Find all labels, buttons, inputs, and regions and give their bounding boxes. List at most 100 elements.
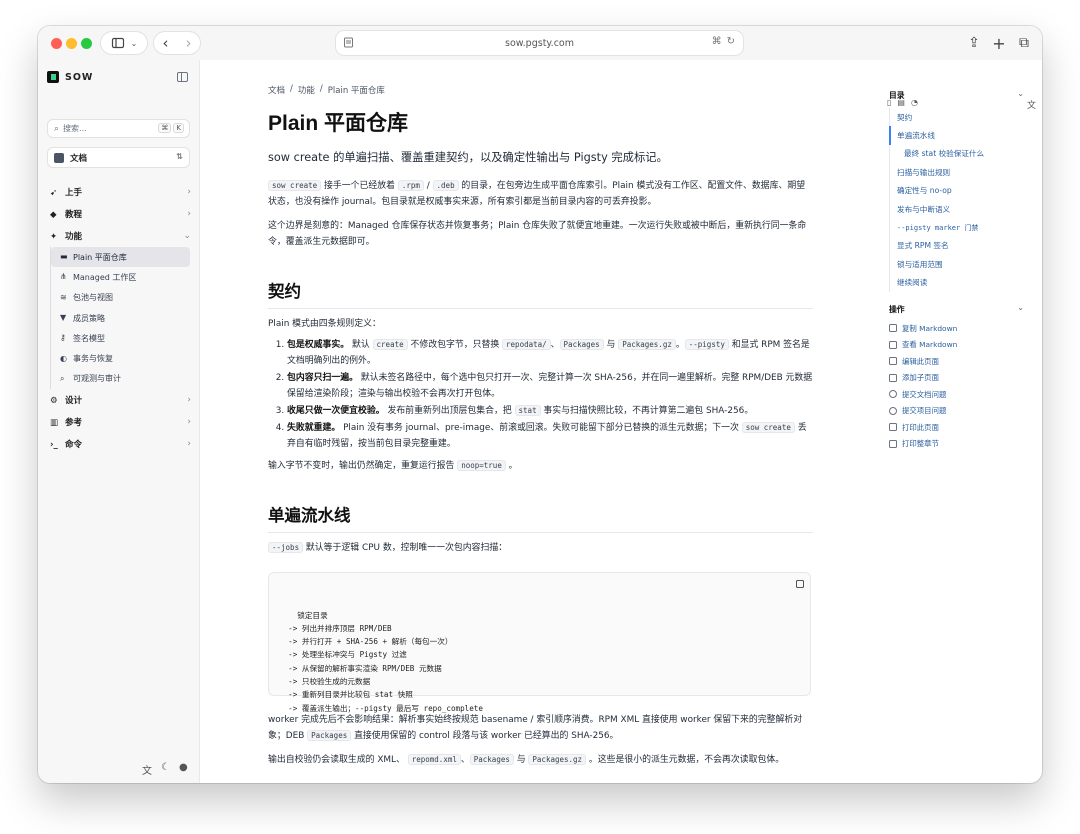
copy-markdown-action[interactable]: 复制 Markdown (889, 320, 1026, 337)
sidebar-item-label: 命令 (65, 440, 83, 451)
toc-heading-label: 目录 (889, 91, 905, 100)
toc-item-active[interactable]: 单遍流水线 (889, 126, 1026, 145)
history-nav: ‹ › (154, 32, 200, 54)
help-circle-icon (889, 390, 897, 399)
collapse-sidebar-icon[interactable] (177, 72, 188, 82)
sidebar-item-design[interactable]: ⚙ 设计 › (38, 389, 200, 411)
sidebar-item-label: Plain 平面仓库 (73, 252, 127, 262)
language-icon[interactable]: 文 (1027, 98, 1036, 111)
sidebar-item-features[interactable]: ✦ 功能 ⌄ (38, 225, 200, 247)
action-label: 复制 Markdown (902, 323, 958, 333)
toc-item[interactable]: 扫描与输出规则 (890, 163, 1026, 181)
rocket-icon: ➹ (50, 187, 58, 198)
settings-icon: ⚙ (50, 395, 58, 406)
sidebar-item-signing[interactable]: ⚷ 签名模型 (51, 328, 190, 348)
toc-item[interactable]: 锁与适用范围 (890, 255, 1026, 273)
edit-page-action[interactable]: 编辑此页面 (889, 353, 1026, 370)
inline-code: Packages (469, 754, 514, 765)
sidebar-item-getting-started[interactable]: ➹ 上手 › (38, 181, 200, 203)
view-markdown-action[interactable]: 查看 Markdown (889, 337, 1026, 354)
sidebar-nav: ➹ 上手 › ◆ 教程 › ✦ 功能 ⌄ ▬ Plain 平面仓库 ⋔ Mana… (38, 181, 200, 455)
minimize-window-button[interactable] (66, 38, 77, 49)
reload-icon[interactable]: ↻ (727, 36, 735, 47)
forward-button[interactable]: › (177, 34, 200, 52)
text: 不修改包字节，只替换 (410, 340, 500, 350)
zoom-window-button[interactable] (81, 38, 92, 49)
brand[interactable]: SOW (47, 71, 93, 83)
inline-code: sow create (741, 422, 795, 433)
printer-icon (889, 423, 897, 432)
breadcrumb: 文档 / 功能 / Plain 平面仓库 (268, 84, 385, 96)
print-chapter-action[interactable]: 打印整章节 (889, 436, 1026, 453)
text: 直接使用保留的 control 段落与该 worker 已经算出的 SHA-25… (354, 731, 619, 741)
toc-item[interactable]: 显式 RPM 签名 (890, 237, 1026, 255)
close-window-button[interactable] (51, 38, 62, 49)
report-project-issue-action[interactable]: 提交项目问题 (889, 403, 1026, 420)
features-subnav: ▬ Plain 平面仓库 ⋔ Managed 工作区 ≋ 包池与视图 ▼ 成员策… (50, 247, 200, 390)
inline-code: --jobs (268, 542, 304, 553)
toc-item[interactable]: 发布与中断语义 (890, 200, 1026, 218)
sidebar-footer: 文 ☾ ● (142, 762, 188, 777)
text: 、 (460, 755, 470, 765)
text: 发布前重新列出顶层包集合，把 (387, 406, 512, 416)
breadcrumb-features[interactable]: 功能 (298, 84, 315, 96)
text: 与 (606, 340, 616, 350)
toc-item[interactable]: 继续阅读 (890, 274, 1026, 292)
markdown-icon (889, 340, 897, 349)
chevron-down-icon: ⌄ (1017, 303, 1024, 312)
search-placeholder: 搜索... (63, 124, 87, 133)
copy-icon (889, 439, 897, 448)
sidebar: SOW ⌕ 搜索... ⌘ K 文档 ⇅ ➹ 上手 › ◆ 教程 › ✦ 功能 … (38, 60, 200, 783)
inline-code: Packages.gz (618, 339, 676, 350)
sidebar-item-observability[interactable]: ⌕ 可观测与审计 (51, 369, 190, 389)
github-icon[interactable]: ● (179, 762, 188, 777)
toc-item[interactable]: 最终 stat 校验保证什么 (890, 145, 1026, 163)
sidebar-item-label: Managed 工作区 (73, 272, 137, 282)
sidebar-item-pools[interactable]: ≋ 包池与视图 (51, 288, 190, 308)
folder-icon: ▬ (60, 252, 68, 262)
sidebar-item-label: 教程 (65, 210, 83, 220)
pipeline-after-1: worker 完成先后不会影响结果：解析事实始终按规范 basename / 索… (268, 712, 813, 744)
dark-mode-icon[interactable]: ☾ (161, 762, 170, 777)
doc-selector[interactable]: 文档 ⇅ (47, 147, 190, 168)
sidebar-item-commands[interactable]: ›_ 命令 › (38, 433, 200, 455)
action-label: 提交项目问题 (902, 406, 947, 416)
translate-icon[interactable]: ⌘ (712, 36, 722, 47)
address-bar[interactable]: sow.pgsty.com ⌘ ↻ (336, 31, 743, 55)
sidebar-item-reference[interactable]: ▥ 参考 › (38, 411, 200, 433)
inline-code: sow create (268, 180, 322, 191)
text: 输入字节不变时，输出仍然确定，重复运行报告 (268, 461, 455, 471)
sidebar-item-label: 上手 (65, 188, 83, 198)
breadcrumb-current: Plain 平面仓库 (327, 86, 385, 96)
copy-icon[interactable] (796, 580, 804, 588)
add-subpage-action[interactable]: 添加子页面 (889, 370, 1026, 387)
sidebar-item-transactions[interactable]: ◐ 事务与恢复 (51, 348, 190, 368)
sidebar-item-tutorials[interactable]: ◆ 教程 › (38, 203, 200, 225)
page-menu-icon[interactable] (343, 37, 354, 48)
toc-item[interactable]: 契约 (890, 108, 1026, 126)
back-button[interactable]: ‹ (154, 34, 177, 52)
ops-heading[interactable]: 操作 ⌄ (889, 303, 1026, 315)
text: 与 (516, 755, 526, 765)
report-doc-issue-action[interactable]: 提交文档问题 (889, 386, 1026, 403)
action-label: 添加子页面 (902, 373, 939, 383)
search-input[interactable]: ⌕ 搜索... ⌘ K (47, 119, 190, 138)
print-page-action[interactable]: 打印此页面 (889, 419, 1026, 436)
breadcrumb-docs[interactable]: 文档 (268, 84, 285, 96)
tab-overview-button[interactable]: ⧉ (1013, 32, 1035, 54)
book-icon (54, 152, 64, 163)
toc-item[interactable]: --pigsty marker 门禁 (890, 218, 1026, 236)
sidebar-item-membership[interactable]: ▼ 成员策略 (51, 308, 190, 328)
sidebar-item-plain[interactable]: ▬ Plain 平面仓库 (51, 247, 190, 268)
sidebar-item-managed[interactable]: ⋔ Managed 工作区 (51, 267, 190, 287)
language-icon[interactable]: 文 (142, 762, 152, 777)
sidebar-item-label: 事务与恢复 (73, 354, 113, 364)
brand-name: SOW (65, 71, 94, 83)
toc-heading[interactable]: 目录 ⌄ (889, 89, 1026, 101)
rule-item: 包是权威事实。 默认 create 不修改包字节，只替换 repodata/、P… (287, 337, 813, 369)
new-tab-button[interactable]: + (988, 32, 1010, 54)
text: 事实与扫描快照比较，不再计算第二遍包 SHA-256。 (543, 406, 754, 416)
toc-item[interactable]: 确定性与 no-op (890, 182, 1026, 200)
sidebar-toggle-button[interactable]: ⌄ (101, 32, 147, 54)
share-button[interactable]: ⇪ (963, 32, 985, 54)
